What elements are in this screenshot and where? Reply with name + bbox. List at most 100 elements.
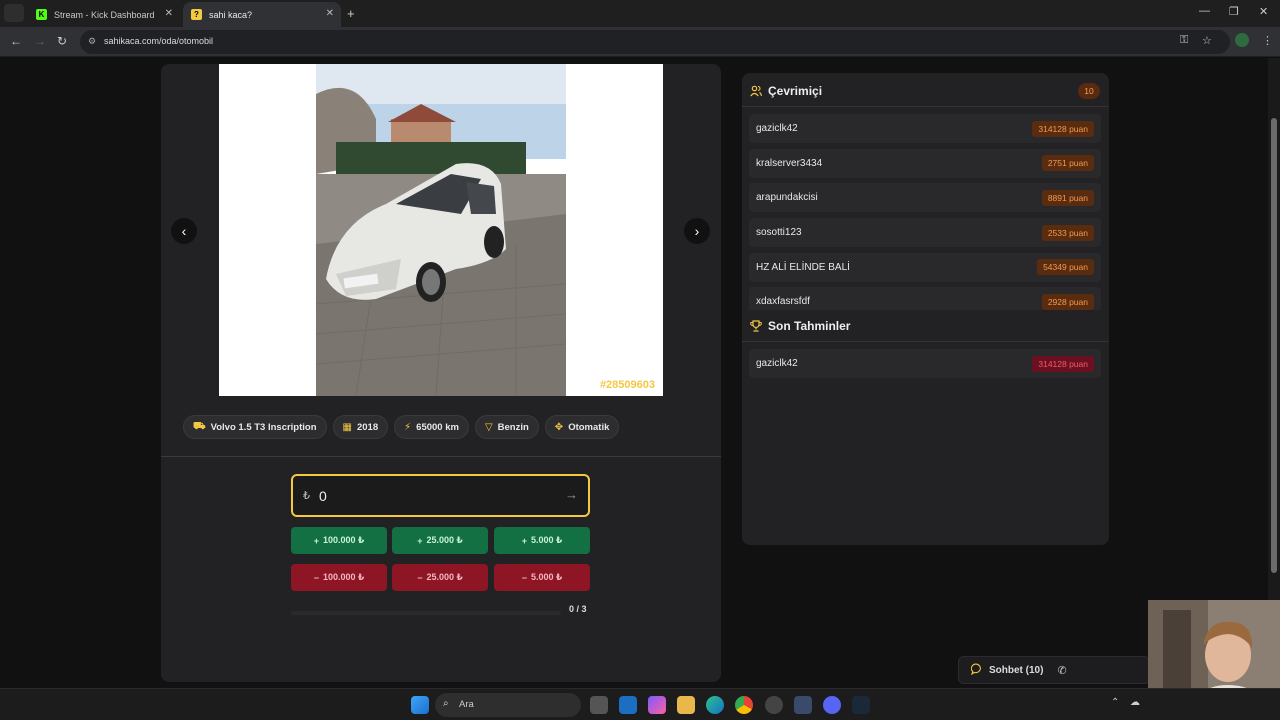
close-icon[interactable]: ✕ [165, 8, 173, 19]
car-specs: ⛟ Volvo 1.5 T3 Inscription ▦ 2018 ⚡ 65000 k… [183, 415, 620, 439]
sahikaca-favicon-icon: ? [191, 9, 202, 20]
attempts-counter: 0 / 3 [569, 604, 587, 614]
back-icon[interactable]: ← [10, 34, 22, 48]
next-photo-button[interactable]: › [684, 218, 710, 244]
page-scrollbar[interactable] [1268, 58, 1280, 688]
profile-avatar[interactable] [1235, 33, 1249, 47]
prev-photo-button[interactable]: ‹ [171, 218, 197, 244]
subtract-5000-button[interactable]: −5.000 ₺ [494, 564, 590, 591]
add-100000-button[interactable]: +100.000 ₺ [291, 527, 387, 554]
online-header: Çevrimiçi [750, 76, 822, 106]
spec-label: Otomatik [568, 421, 610, 433]
users-icon [750, 85, 762, 97]
car-photo [316, 64, 566, 396]
tab-sahi-kaca[interactable]: ? sahi kaca? ✕ [183, 2, 341, 27]
minus-icon: − [417, 572, 423, 583]
submit-arrow-icon[interactable]: → [565, 487, 578, 502]
spec-chip-fuel: ▽ Benzin [474, 415, 539, 439]
button-label: 100.000 ₺ [322, 535, 365, 545]
copilot-icon[interactable] [648, 696, 666, 714]
close-icon[interactable]: ✕ [326, 8, 334, 19]
spec-chip-mileage: ⚡ 65000 km [394, 415, 469, 439]
page-content: #28509603 ‹ › ⛟ Volvo 1.5 T3 Inscription … [0, 58, 1280, 688]
windows-start-icon[interactable] [411, 696, 429, 714]
button-label: 25.000 ₺ [426, 572, 463, 582]
car-photo-frame: #28509603 [219, 64, 663, 396]
windows-taskbar: ⌕ Ara ⌃ ☁ [0, 688, 1280, 720]
user-name: kralserver3434 [756, 157, 823, 169]
bolt-icon: ⚡ [404, 421, 412, 433]
trophy-icon [750, 320, 762, 332]
window-close-icon[interactable]: ✕ [1259, 5, 1268, 18]
app-icon[interactable] [794, 696, 812, 714]
list-item: kralserver3434 2751 puan [749, 148, 1101, 178]
scrollbar-thumb[interactable] [1271, 118, 1277, 573]
forward-icon[interactable]: → [34, 34, 46, 48]
settings-icon[interactable] [765, 696, 783, 714]
online-user-list[interactable]: gaziclk42 314128 puan kralserver3434 2751 … [749, 114, 1101, 310]
tab-title: sahi kaca? [209, 9, 253, 20]
menu-kebab-icon[interactable]: ⋮ [1262, 34, 1273, 47]
add-25000-button[interactable]: +25.000 ₺ [392, 527, 488, 554]
button-label: 25.000 ₺ [426, 535, 463, 545]
task-view-icon[interactable] [590, 696, 608, 714]
plus-icon: + [521, 535, 527, 546]
spec-chip-year: ▦ 2018 [332, 415, 389, 439]
chat-label: Sohbet (10) [989, 664, 1044, 676]
cloud-icon[interactable]: ☁ [1130, 697, 1140, 708]
button-label: 100.000 ₺ [322, 572, 365, 582]
site-info-icon[interactable]: ⚙ [88, 36, 96, 47]
chat-bubble-icon [970, 663, 983, 678]
list-item: HZ ALİ ELİNDE BALİ 54349 puan [749, 252, 1101, 282]
user-name: xdaxfasrsfdf [756, 296, 810, 308]
outlook-icon[interactable] [619, 696, 637, 714]
steam-icon[interactable] [852, 696, 870, 714]
attempts-progress-bar [291, 611, 561, 615]
subtract-25000-button[interactable]: −25.000 ₺ [392, 564, 488, 591]
list-item: gaziclk42 314128 puan [749, 114, 1101, 143]
bookmark-star-icon[interactable]: ☆ [1202, 34, 1212, 47]
spec-label: Benzin [497, 421, 529, 433]
gear-shift-icon: ✥ [554, 421, 564, 433]
tray-chevron-icon[interactable]: ⌃ [1111, 697, 1119, 708]
minimize-icon[interactable]: — [1199, 5, 1210, 17]
user-name: gaziclk42 [756, 123, 798, 134]
restore-icon[interactable]: ❐ [1229, 5, 1239, 18]
user-name: sosotti123 [756, 227, 802, 239]
tab-kick-dashboard[interactable]: K Stream - Kick Dashboard ✕ [28, 2, 180, 27]
address-bar[interactable]: ⚙ sahikaca.com/oda/otomobil [80, 30, 1230, 54]
online-title: Çevrimiçi [768, 84, 823, 98]
new-tab-icon[interactable]: + [347, 6, 355, 21]
taskbar-search[interactable]: ⌕ Ara [435, 693, 581, 717]
tab-search-button[interactable] [4, 4, 24, 22]
reload-icon[interactable]: ↻ [57, 34, 67, 48]
add-5000-button[interactable]: +5.000 ₺ [494, 527, 590, 554]
recent-guesses-header: Son Tahminler [750, 311, 850, 341]
user-name: arapundakcisi [756, 192, 818, 204]
user-points: 8891 puan [1041, 189, 1094, 206]
guess-points: 314128 puan [1032, 355, 1094, 372]
price-guess-input[interactable]: ₺ 0 → [291, 474, 590, 517]
online-count-badge: 10 [1078, 83, 1100, 99]
discord-icon[interactable] [823, 696, 841, 714]
user-name: HZ ALİ ELİNDE BALİ [756, 261, 850, 273]
price-value: 0 [319, 488, 327, 504]
chevron-right-icon: › [694, 223, 700, 239]
user-points: 2751 puan [1041, 155, 1094, 172]
phone-icon[interactable]: ✆ [1057, 664, 1066, 677]
chevron-left-icon: ‹ [181, 223, 187, 239]
subtract-100000-button[interactable]: −100.000 ₺ [291, 564, 387, 591]
user-points: 2928 puan [1041, 293, 1094, 310]
list-item: sosotti123 2533 puan [749, 218, 1101, 248]
list-item: gaziclk42 314128 puan [749, 349, 1101, 378]
url-text: sahikaca.com/oda/otomobil [104, 36, 214, 46]
search-icon: ⌕ [443, 698, 449, 709]
button-label: 5.000 ₺ [530, 572, 563, 582]
edge-icon[interactable] [706, 696, 724, 714]
chat-button[interactable]: Sohbet (10) ✆ [958, 656, 1150, 684]
plus-icon: + [313, 535, 319, 546]
password-key-icon[interactable]: ⚿ [1180, 34, 1188, 47]
file-explorer-icon[interactable] [677, 696, 695, 714]
car-icon: ⛟ [193, 420, 206, 432]
chrome-icon[interactable] [735, 696, 753, 714]
